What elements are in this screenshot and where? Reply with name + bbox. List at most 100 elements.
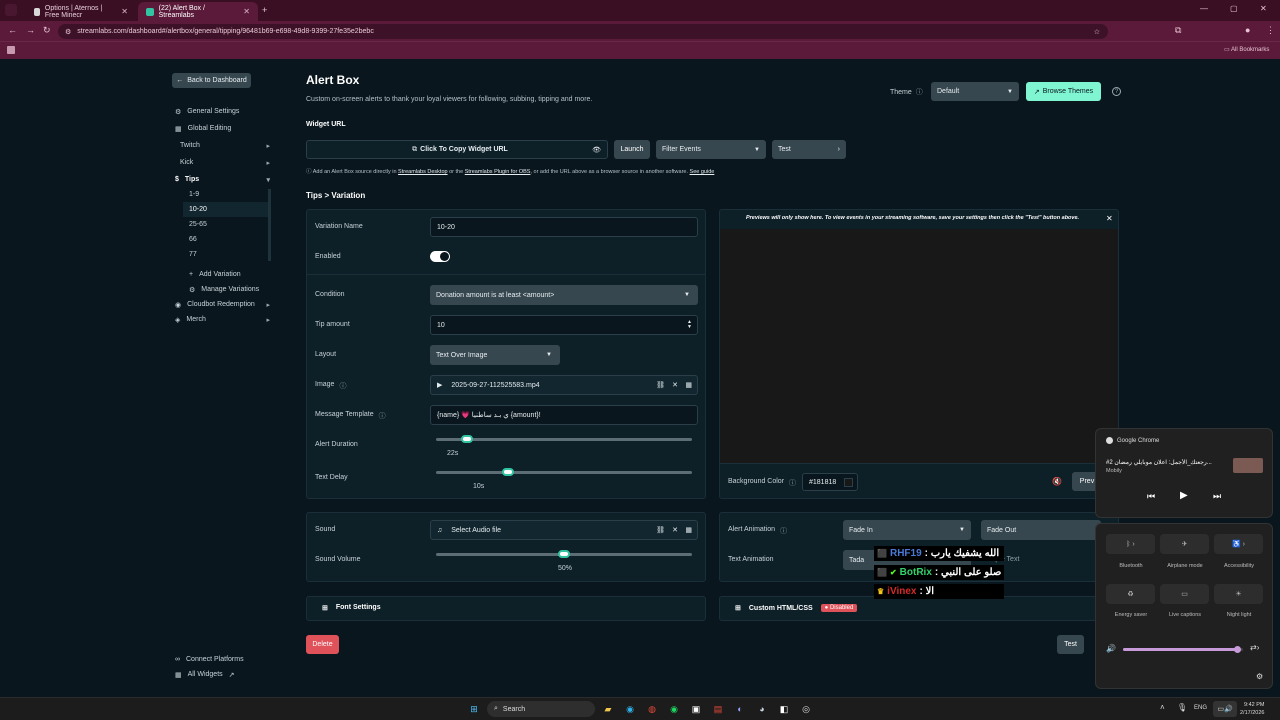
link-icon[interactable]: ⛓ xyxy=(656,526,665,534)
sidebar-item-global[interactable]: ▦ Global Editing xyxy=(175,121,270,136)
obs-plugin-link[interactable]: Streamlabs Plugin for OBS xyxy=(465,169,531,175)
settings-icon[interactable]: ⚙ xyxy=(1256,672,1263,681)
launch-button[interactable]: Launch xyxy=(614,140,650,159)
bluetooth-tile[interactable]: ᛒ › xyxy=(1106,534,1155,554)
test-button-top[interactable]: Test › xyxy=(772,140,846,159)
clear-icon[interactable]: ✕ xyxy=(672,381,678,389)
play-icon[interactable]: ▶ xyxy=(1180,490,1188,501)
see-guide-link[interactable]: See guide xyxy=(690,169,715,175)
sidebar-item-cloudbot[interactable]: ◉ Cloudbot Redemption ▸ xyxy=(175,297,270,312)
custom-html-toggle[interactable]: ⊞ Custom HTML/CSS ● Disabled xyxy=(735,604,858,612)
volume-slider[interactable] xyxy=(1123,646,1243,653)
reload-icon[interactable]: ↻ xyxy=(43,25,51,36)
network-volume-icons[interactable]: ▭🔊 xyxy=(1213,701,1237,717)
animation-in-select[interactable]: Fade In ▼ xyxy=(843,520,971,540)
variation-item[interactable]: 1-9 xyxy=(183,187,269,202)
volume-knob[interactable] xyxy=(1234,646,1241,653)
maximize-icon[interactable]: ▢ xyxy=(1230,4,1238,13)
slider-knob[interactable] xyxy=(460,435,473,443)
live-captions-tile[interactable]: ▭ xyxy=(1160,584,1209,604)
theme-select[interactable]: Default ▼ xyxy=(931,82,1019,101)
all-widgets-link[interactable]: ▦ All Widgets ↗ xyxy=(175,667,270,682)
image-file-field[interactable]: ▶ 2025-09-27-112525583.mp4 ⛓ ✕ ▦ xyxy=(430,375,698,395)
accessibility-tile[interactable]: ♿ › xyxy=(1214,534,1263,554)
close-icon[interactable]: ✕ xyxy=(1106,214,1113,223)
mute-icon[interactable]: 🔇 xyxy=(1052,477,1062,486)
new-tab-icon[interactable]: + xyxy=(262,5,267,15)
widget-url-field[interactable]: ⧉ Click To Copy Widget URL 👁 xyxy=(306,140,608,159)
all-bookmarks[interactable]: ▭ All Bookmarks xyxy=(1224,46,1269,53)
streamlabs-desktop-link[interactable]: Streamlabs Desktop xyxy=(398,169,448,175)
test-button-bottom[interactable]: Test xyxy=(1057,635,1084,654)
variation-item[interactable]: 66 xyxy=(183,232,269,247)
sound-volume-slider[interactable] xyxy=(436,550,692,558)
steam-icon[interactable]: ◕ xyxy=(755,702,769,716)
edge-icon[interactable]: ◉ xyxy=(623,702,637,716)
stepper-icon[interactable]: ▲ ▼ xyxy=(687,320,692,330)
audio-output-icon[interactable]: ⇄› xyxy=(1250,643,1259,652)
slider-knob[interactable] xyxy=(501,468,514,476)
url-field[interactable]: ⚙ streamlabs.com/dashboard#/alertbox/gen… xyxy=(58,24,1108,39)
sidebar-item-tips[interactable]: $ Tips ▾ xyxy=(175,172,270,187)
microphone-icon[interactable]: 🎙 xyxy=(1177,703,1187,712)
condition-select[interactable]: Donation amount is at least <amount> ▼ xyxy=(430,285,698,305)
extensions-icon[interactable]: ⧉ xyxy=(1175,25,1181,36)
sound-file-field[interactable]: ♫ Select Audio file ⛓ ✕ ▦ xyxy=(430,520,698,540)
profile-icon[interactable]: ● xyxy=(1245,25,1250,35)
chrome-icon[interactable]: ◍ xyxy=(645,702,659,716)
file-explorer-icon[interactable]: ▰ xyxy=(601,702,615,716)
close-icon[interactable]: ✕ xyxy=(243,7,250,16)
tab-streamlabs[interactable]: (22) Alert Box / Streamlabs ✕ xyxy=(138,2,258,21)
clear-icon[interactable]: ✕ xyxy=(672,526,678,534)
back-to-dashboard-button[interactable]: ← Back to Dashboard xyxy=(172,73,251,88)
sidebar-item-kick[interactable]: Kick ▸ xyxy=(175,155,270,170)
background-color-input[interactable]: #181818 xyxy=(802,473,858,491)
text-delay-slider[interactable] xyxy=(436,468,692,476)
variation-item[interactable]: 25-65 xyxy=(183,217,269,232)
connect-platforms-link[interactable]: ∞ Connect Platforms xyxy=(175,652,270,667)
add-variation-button[interactable]: + Add Variation xyxy=(189,267,279,282)
close-window-icon[interactable]: ✕ xyxy=(1260,4,1267,13)
forward-icon[interactable]: → xyxy=(26,25,35,35)
sidebar-item-general[interactable]: ⚙ General Settings xyxy=(175,104,270,119)
site-info-icon[interactable]: ⚙ xyxy=(65,28,71,36)
minimize-icon[interactable]: — xyxy=(1200,4,1208,13)
help-icon[interactable]: ? xyxy=(1112,87,1121,96)
tab-list-icon[interactable] xyxy=(5,4,17,16)
airplane-mode-tile[interactable]: ✈ xyxy=(1160,534,1209,554)
variation-name-input[interactable]: 10-20 xyxy=(430,217,698,237)
menu-icon[interactable]: ⋮ xyxy=(1266,25,1275,36)
layout-select[interactable]: Text Over Image ▼ xyxy=(430,345,560,365)
enabled-toggle[interactable] xyxy=(430,251,450,262)
sidebar-item-merch[interactable]: ◈ Merch ▸ xyxy=(175,312,270,327)
filter-events-select[interactable]: Filter Events ▼ xyxy=(656,140,766,159)
tray-chevron-icon[interactable]: ˄ xyxy=(1160,703,1165,712)
bookmark-star-icon[interactable]: ☆ xyxy=(1094,28,1100,36)
library-icon[interactable]: ▦ xyxy=(685,381,692,389)
link-icon[interactable]: ⛓ xyxy=(656,381,665,389)
delete-button[interactable]: Delete xyxy=(306,635,339,654)
browse-themes-button[interactable]: ↗ Browse Themes xyxy=(1026,82,1101,101)
tip-amount-input[interactable]: 10 ▲ ▼ xyxy=(430,315,698,335)
tab-aternos[interactable]: Options | Aternos | Free Minecr ✕ xyxy=(26,2,136,21)
close-icon[interactable]: ✕ xyxy=(121,7,128,16)
back-icon[interactable]: ← xyxy=(8,25,17,35)
variation-item[interactable]: 77 xyxy=(183,247,269,262)
next-track-icon[interactable]: ⏭ xyxy=(1213,491,1221,502)
news-icon[interactable]: ▤ xyxy=(711,702,725,716)
windows-start-icon[interactable]: ⊞ xyxy=(467,702,481,716)
manage-variations-button[interactable]: ⚙ Manage Variations xyxy=(189,282,279,297)
eye-icon[interactable]: 👁 xyxy=(592,146,601,154)
font-settings-toggle[interactable]: ⊞ Font Settings xyxy=(322,604,381,612)
energy-saver-tile[interactable]: ♻ xyxy=(1106,584,1155,604)
animation-out-select[interactable]: Fade Out xyxy=(981,520,1101,540)
language-indicator[interactable]: ENG xyxy=(1194,705,1207,711)
capcut-icon[interactable]: ◧ xyxy=(777,702,791,716)
speaker-icon[interactable]: 🔊 xyxy=(1106,644,1116,653)
store-icon[interactable]: ▣ xyxy=(689,702,703,716)
obs-icon[interactable]: ◎ xyxy=(799,702,813,716)
color-swatch[interactable] xyxy=(844,477,853,487)
slider-knob[interactable] xyxy=(558,550,570,558)
message-template-input[interactable]: {name} 💗 ي بـد ساطنيا {amount}! xyxy=(430,405,698,425)
alert-duration-slider[interactable] xyxy=(436,435,692,443)
